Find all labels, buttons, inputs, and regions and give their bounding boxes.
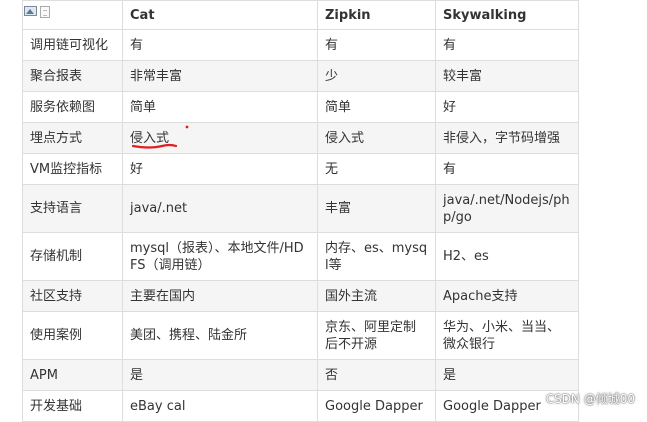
row-label: 埋点方式 bbox=[22, 122, 123, 154]
row-label: 调用链可视化 bbox=[22, 29, 123, 61]
cell-zipkin: Google Dapper bbox=[317, 390, 436, 422]
cell-cat: 简单 bbox=[122, 91, 318, 123]
cell-skywalking: 非侵入，字节码增强 bbox=[435, 122, 579, 154]
header-cell-cat: Cat bbox=[122, 0, 318, 30]
cell-zipkin: 侵入式 bbox=[317, 122, 436, 154]
cell-zipkin: 丰富 bbox=[317, 184, 436, 233]
table-row: 存储机制 mysql（报表）、本地文件/HDFS（调用链） 内存、es、mysq… bbox=[22, 232, 579, 281]
row-label: VM监控指标 bbox=[22, 153, 123, 185]
comparison-table: Cat Zipkin Skywalking 调用链可视化 有 有 有 聚合报表 … bbox=[22, 0, 579, 422]
row-label: 社区支持 bbox=[22, 280, 123, 312]
table-row: APM 是 否 是 bbox=[22, 359, 579, 391]
watermark-text: CSDN @倾城00 bbox=[545, 392, 635, 406]
cell-zipkin: 京东、阿里定制后不开源 bbox=[317, 311, 436, 360]
table-row: 开发基础 eBay cal Google Dapper Google Dappe… bbox=[22, 390, 579, 422]
cell-cat: 美团、携程、陆金所 bbox=[122, 311, 318, 360]
cell-zipkin: 国外主流 bbox=[317, 280, 436, 312]
table-row: 服务依赖图 简单 简单 好 bbox=[22, 91, 579, 123]
cell-cat: 非常丰富 bbox=[122, 60, 318, 92]
cell-zipkin: 有 bbox=[317, 29, 436, 61]
cell-cat: java/.net bbox=[122, 184, 318, 233]
cell-cat: mysql（报表）、本地文件/HDFS（调用链） bbox=[122, 232, 318, 281]
header-cell-corner bbox=[22, 0, 123, 30]
table-row: 社区支持 主要在国内 国外主流 Apache支持 bbox=[22, 280, 579, 312]
table-header-row: Cat Zipkin Skywalking bbox=[22, 0, 579, 30]
cell-skywalking: java/.net/Nodejs/php/go bbox=[435, 184, 579, 233]
table-row: 调用链可视化 有 有 有 bbox=[22, 29, 579, 61]
row-label: 开发基础 bbox=[22, 390, 123, 422]
table-row: 聚合报表 非常丰富 少 较丰富 bbox=[22, 60, 579, 92]
table-row: VM监控指标 好 无 有 bbox=[22, 153, 579, 185]
cell-skywalking: H2、es bbox=[435, 232, 579, 281]
table-row: 埋点方式 侵入式 侵入式 非侵入，字节码增强 bbox=[22, 122, 579, 154]
cell-skywalking: 有 bbox=[435, 153, 579, 185]
cell-zipkin: 无 bbox=[317, 153, 436, 185]
row-label: 存储机制 bbox=[22, 232, 123, 281]
cell-cat: 有 bbox=[122, 29, 318, 61]
row-label: 支持语言 bbox=[22, 184, 123, 233]
cell-cat: eBay cal bbox=[122, 390, 318, 422]
cell-skywalking: Apache支持 bbox=[435, 280, 579, 312]
header-cell-skywalking: Skywalking bbox=[435, 0, 579, 30]
cell-cat: 侵入式 bbox=[122, 122, 318, 154]
cell-zipkin: 内存、es、mysql等 bbox=[317, 232, 436, 281]
table-row: 使用案例 美团、携程、陆金所 京东、阿里定制后不开源 华为、小米、当当、微众银行 bbox=[22, 311, 579, 360]
table-row: 支持语言 java/.net 丰富 java/.net/Nodejs/php/g… bbox=[22, 184, 579, 233]
header-cell-zipkin: Zipkin bbox=[317, 0, 436, 30]
cell-zipkin: 简单 bbox=[317, 91, 436, 123]
cell-skywalking: 华为、小米、当当、微众银行 bbox=[435, 311, 579, 360]
cell-skywalking: 较丰富 bbox=[435, 60, 579, 92]
cell-zipkin: 否 bbox=[317, 359, 436, 391]
cell-skywalking: 是 bbox=[435, 359, 579, 391]
cell-cat: 好 bbox=[122, 153, 318, 185]
cell-skywalking: 好 bbox=[435, 91, 579, 123]
cell-zipkin: 少 bbox=[317, 60, 436, 92]
row-label: 使用案例 bbox=[22, 311, 123, 360]
row-label: 聚合报表 bbox=[22, 60, 123, 92]
row-label: 服务依赖图 bbox=[22, 91, 123, 123]
cell-cat: 是 bbox=[122, 359, 318, 391]
cell-cat: 主要在国内 bbox=[122, 280, 318, 312]
cell-skywalking: 有 bbox=[435, 29, 579, 61]
row-label: APM bbox=[22, 359, 123, 391]
